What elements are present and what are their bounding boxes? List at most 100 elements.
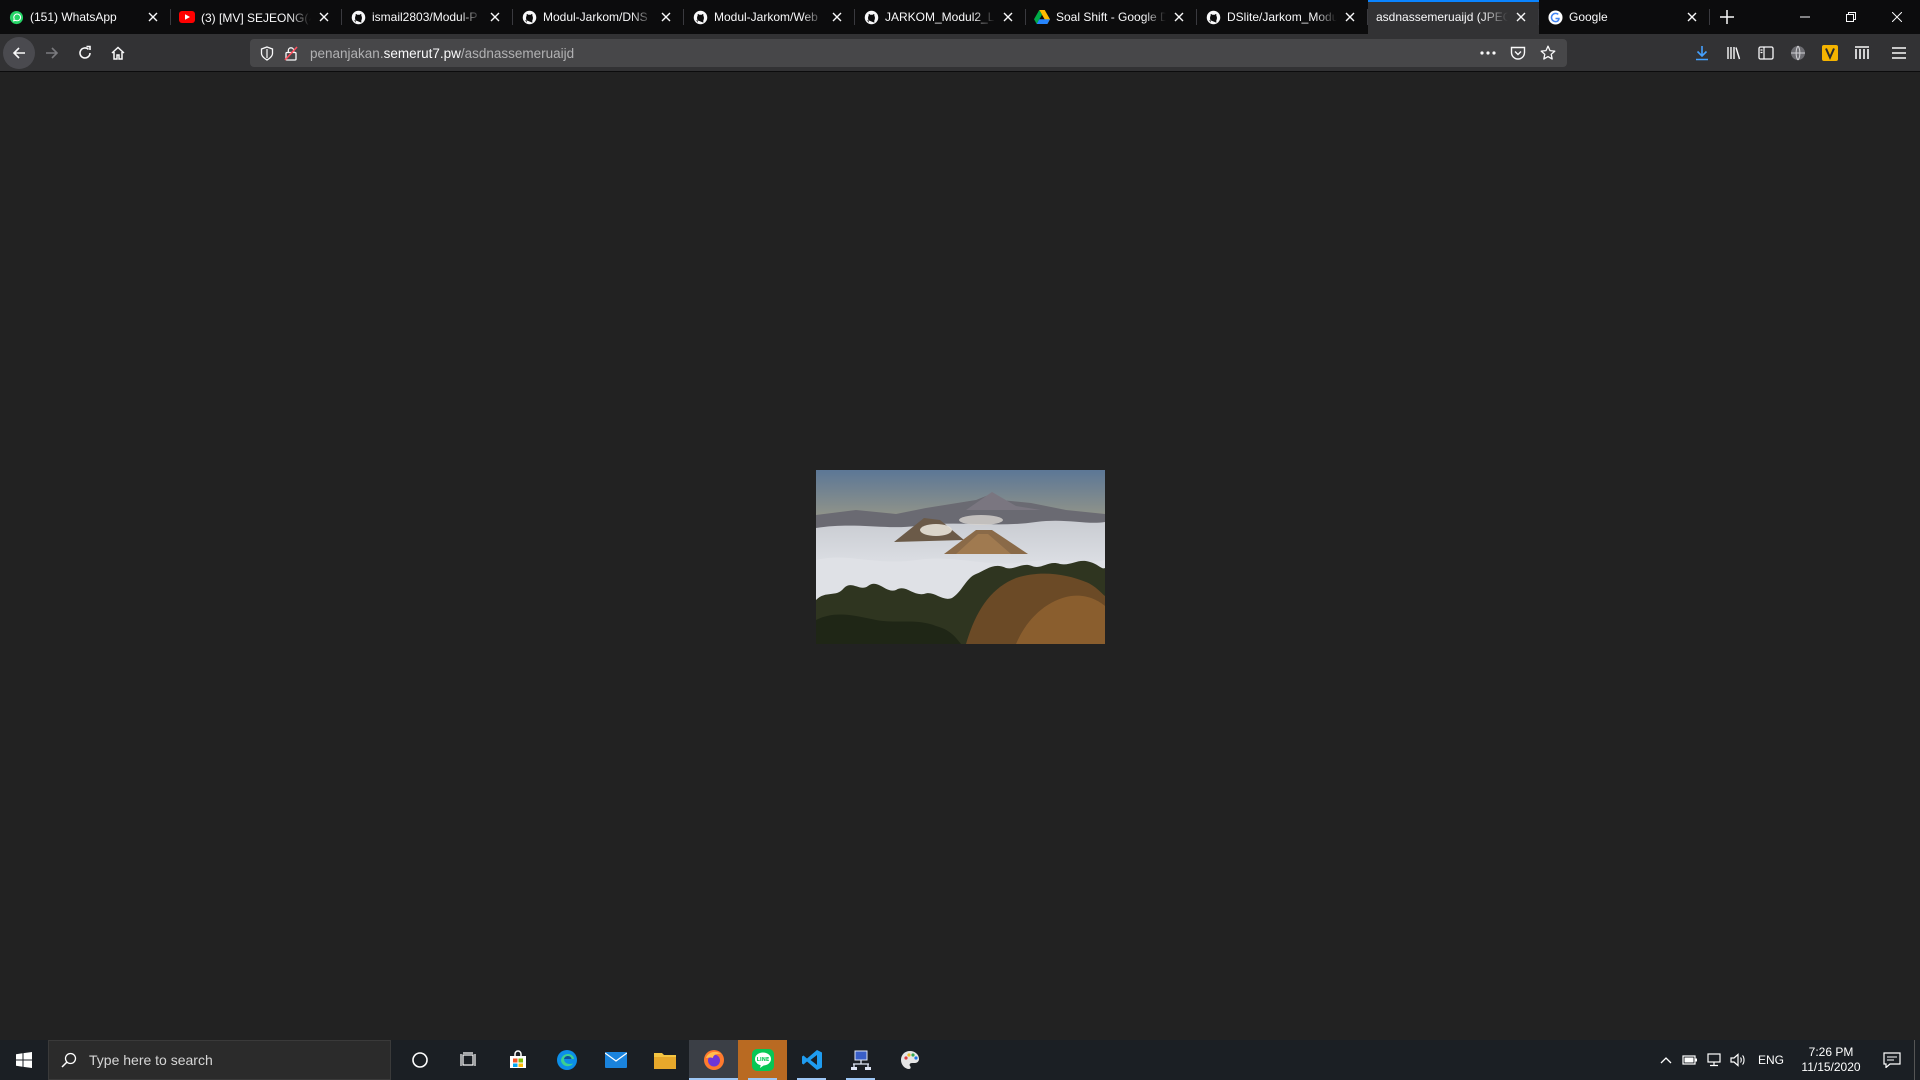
download-icon: [1696, 46, 1708, 61]
library-icon: [1727, 47, 1741, 60]
tab-youtube[interactable]: (3) [MV] SEJEONG(세정): [171, 0, 342, 34]
tab-google-drive[interactable]: Soal Shift - Google D: [1026, 0, 1197, 34]
reload-button[interactable]: [69, 37, 101, 69]
task-view-button[interactable]: [444, 1040, 493, 1080]
tab-github-dns[interactable]: Modul-Jarkom/DNS: [513, 0, 684, 34]
firefox-button[interactable]: [689, 1040, 738, 1080]
search-placeholder: Type here to search: [89, 1052, 213, 1068]
mail-icon: [604, 1052, 627, 1068]
pocket-icon: [1510, 46, 1526, 60]
home-button[interactable]: [102, 37, 134, 69]
tab-strip-drag-area[interactable]: [1744, 0, 1782, 34]
network-tool-button[interactable]: [836, 1040, 885, 1080]
minimize-icon: [1800, 16, 1810, 18]
palette-icon: [900, 1051, 919, 1069]
tab-title: Modul-Jarkom/DNS: [543, 10, 648, 24]
close-icon[interactable]: [144, 8, 162, 26]
close-icon[interactable]: [657, 8, 675, 26]
line-app-button[interactable]: LINE: [738, 1040, 787, 1080]
volume-button[interactable]: [1726, 1040, 1750, 1080]
vscode-icon: [801, 1050, 822, 1070]
network-computer-icon: [850, 1050, 871, 1070]
tab-whatsapp[interactable]: (151) WhatsApp: [0, 0, 171, 34]
tab-title: ismail2803/Modul-P: [372, 10, 478, 24]
downloads-button[interactable]: [1686, 38, 1718, 68]
file-explorer-button[interactable]: [640, 1040, 689, 1080]
v-extension-icon: [1822, 45, 1838, 61]
close-window-button[interactable]: [1874, 0, 1920, 34]
microsoft-store-button[interactable]: [493, 1040, 542, 1080]
chevron-up-icon: [1660, 1057, 1672, 1064]
minimize-button[interactable]: [1782, 0, 1828, 34]
tab-github-dslite[interactable]: DSlite/Jarkom_Modu: [1197, 0, 1368, 34]
pocket-button[interactable]: [1505, 41, 1531, 65]
input-language-indicator[interactable]: ENG: [1750, 1053, 1792, 1067]
tab-title: (151) WhatsApp: [30, 10, 117, 24]
paint-app-button[interactable]: [885, 1040, 934, 1080]
mail-button[interactable]: [591, 1040, 640, 1080]
close-icon[interactable]: [315, 8, 333, 26]
page-content: [0, 72, 1920, 1040]
store-bag-icon: [509, 1050, 526, 1068]
tab-title: DSlite/Jarkom_Modu: [1227, 10, 1337, 24]
shield-icon[interactable]: [256, 42, 278, 64]
new-tab-button[interactable]: [1710, 0, 1744, 34]
show-desktop-button[interactable]: [1914, 1040, 1920, 1080]
tab-google[interactable]: Google: [1539, 0, 1710, 34]
clock[interactable]: 7:26 PM 11/15/2020: [1792, 1045, 1870, 1075]
close-icon[interactable]: [828, 8, 846, 26]
page-actions-button[interactable]: [1475, 41, 1501, 65]
close-icon[interactable]: [1341, 8, 1359, 26]
back-button[interactable]: [3, 36, 35, 69]
battery-button[interactable]: [1678, 1040, 1702, 1080]
network-button[interactable]: [1702, 1040, 1726, 1080]
sidebar-button[interactable]: [1750, 38, 1782, 68]
edge-icon: [556, 1050, 577, 1070]
jpeg-image-bromo-volcano[interactable]: [816, 470, 1105, 644]
task-view-icon: [459, 1052, 476, 1066]
windows-logo-icon: [16, 1052, 32, 1068]
extension-vpn-button[interactable]: [1782, 38, 1814, 68]
action-center-button[interactable]: [1870, 1040, 1914, 1080]
edge-button[interactable]: [542, 1040, 591, 1080]
app-menu-button[interactable]: [1878, 38, 1920, 68]
tab-github-modul-p[interactable]: ismail2803/Modul-P: [342, 0, 513, 34]
sidebar-icon: [1758, 46, 1774, 60]
star-icon: [1540, 45, 1556, 60]
clock-time: 7:26 PM: [1808, 1045, 1854, 1059]
tab-active-image[interactable]: asdnassemeruaijd (JPEG I: [1368, 0, 1539, 34]
plus-icon: [1720, 10, 1734, 24]
tab-github-web[interactable]: Modul-Jarkom/Web: [684, 0, 855, 34]
home-icon: [111, 45, 125, 60]
library-button[interactable]: [1718, 38, 1750, 68]
taskbar-search-box[interactable]: Type here to search: [48, 1040, 391, 1080]
vscode-button[interactable]: [787, 1040, 836, 1080]
cortana-circle-icon: [411, 1052, 428, 1068]
google-icon: [1547, 9, 1563, 25]
bookmark-star-button[interactable]: [1535, 41, 1561, 65]
restore-button[interactable]: [1828, 0, 1874, 34]
tab-title: asdnassemeruaijd (JPEG I: [1376, 10, 1508, 24]
tab-title: Soal Shift - Google D: [1056, 10, 1166, 24]
show-hidden-icons-button[interactable]: [1654, 1040, 1678, 1080]
address-bar[interactable]: penanjakan.semerut7.pw/asdnassemeruaijd: [250, 39, 1567, 67]
arrow-left-icon: [12, 46, 25, 59]
close-icon[interactable]: [1170, 8, 1188, 26]
close-icon[interactable]: [1512, 8, 1530, 26]
url-text[interactable]: penanjakan.semerut7.pw/asdnassemeruaijd: [310, 46, 1475, 61]
extension-v-button[interactable]: [1814, 38, 1846, 68]
more-horizontal-icon: [1480, 51, 1496, 55]
forward-button[interactable]: [36, 37, 68, 69]
insecure-lock-icon[interactable]: [280, 42, 302, 64]
close-icon[interactable]: [486, 8, 504, 26]
hamburger-menu-icon: [1892, 47, 1906, 59]
extension-bars-button[interactable]: [1846, 38, 1878, 68]
start-button[interactable]: [0, 1040, 48, 1080]
tab-title: Modul-Jarkom/Web: [714, 10, 818, 24]
cortana-button[interactable]: [395, 1040, 444, 1080]
tab-github-jarkom-modul2[interactable]: JARKOM_Modul2_La: [855, 0, 1026, 34]
google-drive-icon: [1034, 9, 1050, 25]
reload-icon: [79, 45, 91, 59]
close-icon[interactable]: [999, 8, 1017, 26]
close-icon[interactable]: [1683, 8, 1701, 26]
